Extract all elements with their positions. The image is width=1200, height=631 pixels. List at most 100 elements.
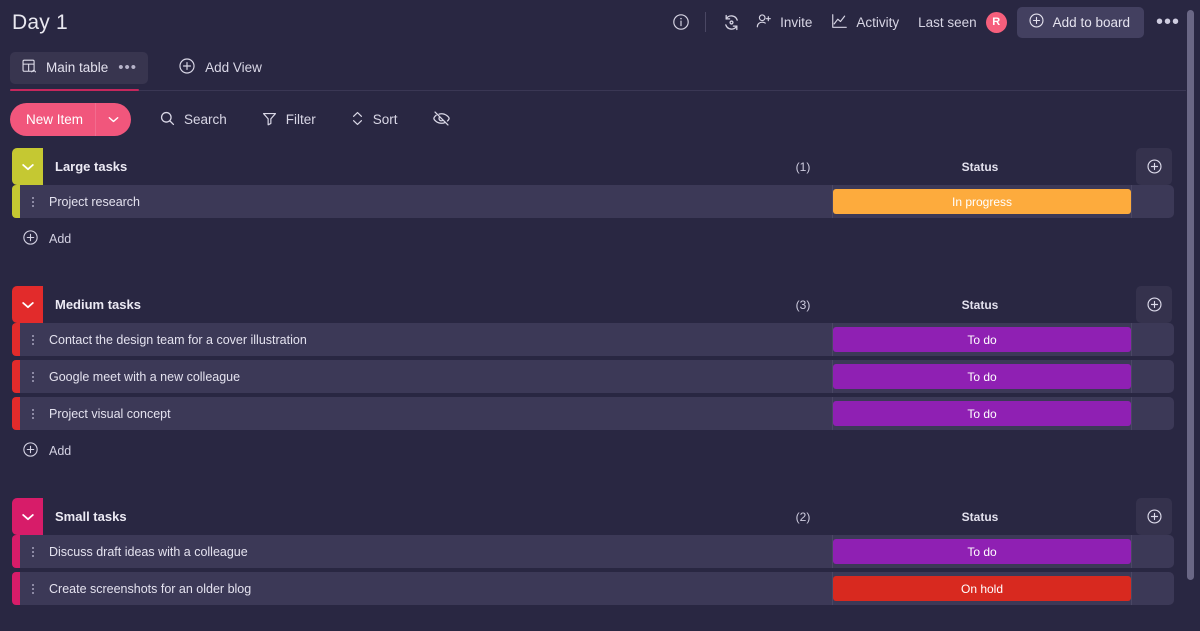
group-item-count: (2) [795, 509, 811, 524]
row-color-bar [12, 572, 20, 605]
vertical-dots-icon[interactable] [20, 583, 46, 594]
status-badge[interactable]: To do [833, 539, 1131, 564]
vertical-scrollbar[interactable] [1187, 10, 1194, 580]
status-column-header: Status [961, 297, 999, 312]
row-status-cell[interactable]: To do [832, 397, 1132, 430]
row-status-cell[interactable]: To do [832, 535, 1132, 568]
new-item-label: New Item [26, 112, 84, 127]
group-collapse-toggle[interactable] [12, 148, 43, 185]
add-item-button[interactable]: Add [0, 222, 1200, 256]
group-item-count: (3) [795, 297, 811, 312]
row-status-cell[interactable]: In progress [832, 185, 1132, 218]
tab-main-table[interactable]: Main table ••• [10, 51, 149, 84]
row-status-cell[interactable]: To do [832, 360, 1132, 393]
eye-off-icon [432, 109, 451, 131]
group-collapse-toggle[interactable] [12, 498, 43, 535]
info-circle-icon[interactable] [666, 7, 696, 37]
hide-columns-button[interactable] [430, 105, 453, 135]
filter-button[interactable]: Filter [255, 105, 322, 135]
activity-label: Activity [856, 14, 900, 30]
table-row[interactable]: Discuss draft ideas with a colleague To … [0, 535, 1200, 568]
avatar[interactable]: R [985, 11, 1007, 33]
row-title: Contact the design team for a cover illu… [49, 332, 307, 347]
group-title: Medium tasks [55, 297, 141, 312]
group-collapse-toggle[interactable] [12, 286, 43, 323]
row-name-cell[interactable]: Project visual concept [20, 397, 832, 430]
row-title: Project visual concept [49, 406, 171, 421]
row-tail-cell [1132, 360, 1174, 393]
table-row[interactable]: Project visual concept To do [0, 397, 1200, 430]
invite-button[interactable]: Invite [746, 7, 821, 37]
vertical-dots-icon[interactable] [20, 546, 46, 557]
row-tail-cell [1132, 572, 1174, 605]
row-title: Google meet with a new colleague [49, 369, 241, 384]
activity-chart-icon [830, 12, 849, 33]
group-header: Small tasks (2) Status [0, 498, 1200, 535]
plus-circle-icon [22, 441, 39, 461]
sync-refresh-icon[interactable] [716, 7, 746, 37]
sort-button[interactable]: Sort [344, 105, 404, 135]
header-divider [705, 12, 707, 32]
row-color-bar [12, 360, 20, 393]
row-title: Create screenshots for an older blog [49, 581, 252, 596]
row-status-cell[interactable]: To do [832, 323, 1132, 356]
row-name-cell[interactable]: Discuss draft ideas with a colleague [20, 535, 832, 568]
add-column-button[interactable] [1136, 148, 1172, 185]
group-item-count: (1) [795, 159, 811, 174]
group-header: Large tasks (1) Status [0, 148, 1200, 185]
table-row[interactable]: Create screenshots for an older blog On … [0, 572, 1200, 605]
row-color-bar [12, 535, 20, 568]
ellipsis-icon[interactable]: ••• [1144, 12, 1186, 32]
table-row[interactable]: Contact the design team for a cover illu… [0, 323, 1200, 356]
search-icon [159, 110, 176, 130]
status-badge[interactable]: To do [833, 327, 1131, 352]
activity-button[interactable]: Activity [821, 7, 908, 37]
table-row[interactable]: Google meet with a new colleague To do [0, 360, 1200, 393]
vertical-dots-icon[interactable] [20, 371, 46, 382]
active-tab-indicator [10, 88, 139, 91]
chevron-down-icon[interactable] [96, 116, 131, 123]
group-title: Small tasks [55, 509, 127, 524]
add-to-board-label: Add to board [1052, 14, 1130, 30]
row-name-cell[interactable]: Create screenshots for an older blog [20, 572, 832, 605]
add-column-button[interactable] [1136, 286, 1172, 323]
header-actions: Invite Activity Last seen R Add to board [666, 0, 1186, 44]
group-large-tasks: Large tasks (1) Status Project research … [0, 148, 1200, 256]
last-seen-group: Last seen R [918, 11, 1007, 33]
table-home-icon [21, 58, 38, 78]
new-item-button[interactable]: New Item [10, 103, 132, 136]
add-to-board-button[interactable]: Add to board [1016, 6, 1144, 38]
vertical-dots-icon[interactable] [20, 334, 46, 345]
add-view-button[interactable]: Add View [178, 57, 262, 78]
plus-circle-icon [1028, 12, 1045, 32]
tab-more-icon[interactable]: ••• [118, 60, 137, 75]
row-title: Project research [49, 194, 141, 209]
add-item-button[interactable]: Add [0, 434, 1200, 468]
row-title: Discuss draft ideas with a colleague [49, 544, 248, 559]
row-name-cell[interactable]: Project research [20, 185, 832, 218]
row-status-cell[interactable]: On hold [832, 572, 1132, 605]
status-badge[interactable]: On hold [833, 576, 1131, 601]
group-medium-tasks: Medium tasks (3) Status Contact the desi… [0, 286, 1200, 468]
row-tail-cell [1132, 323, 1174, 356]
status-badge[interactable]: In progress [833, 189, 1131, 214]
row-name-cell[interactable]: Google meet with a new colleague [20, 360, 832, 393]
last-seen-label: Last seen [918, 14, 977, 30]
status-badge[interactable]: To do [833, 401, 1131, 426]
plus-circle-icon [22, 229, 39, 249]
funnel-icon [261, 110, 278, 130]
status-column-header: Status [961, 159, 999, 174]
vertical-dots-icon[interactable] [20, 196, 46, 207]
search-button[interactable]: Search [153, 105, 233, 135]
new-item-divider [95, 103, 97, 136]
person-add-icon [755, 12, 773, 33]
table-row[interactable]: Project research In progress [0, 185, 1200, 218]
top-header-bar: Day 1 Invite Activity Last seen R Add to… [0, 0, 1200, 44]
add-column-button[interactable] [1136, 498, 1172, 535]
vertical-dots-icon[interactable] [20, 408, 46, 419]
row-name-cell[interactable]: Contact the design team for a cover illu… [20, 323, 832, 356]
add-item-label: Add [49, 232, 72, 246]
status-badge[interactable]: To do [833, 364, 1131, 389]
row-tail-cell [1132, 185, 1174, 218]
